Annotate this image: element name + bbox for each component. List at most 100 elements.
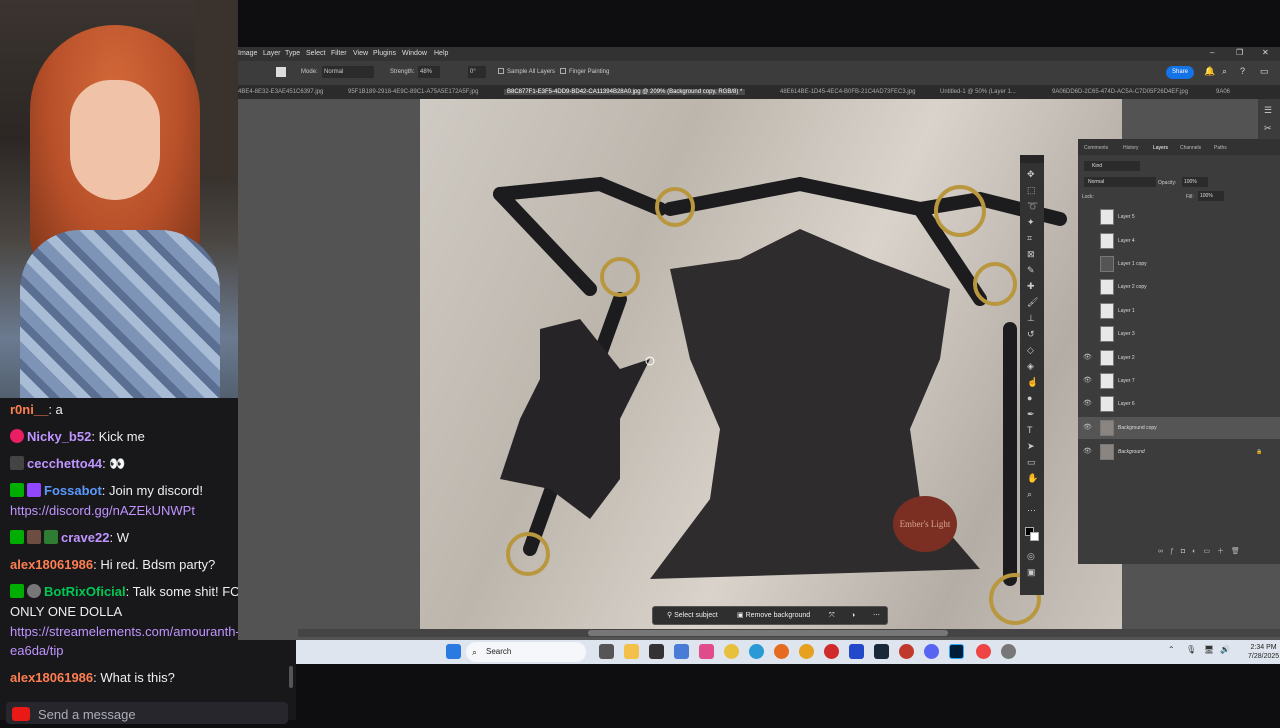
opacity-input[interactable]: 100% (1182, 177, 1208, 187)
blend-mode-select[interactable]: Normal (1084, 177, 1156, 187)
mask-icon[interactable]: ◘ (1181, 548, 1192, 555)
layer-row[interactable]: 👁 Layer 6 (1078, 393, 1280, 415)
screen-mode-icon[interactable]: ▣ (1027, 567, 1036, 578)
visibility-eye-icon[interactable]: 👁 (1083, 441, 1092, 463)
network-icon[interactable]: 🖥 (1204, 645, 1214, 654)
quick-mask-icon[interactable]: ◎ (1027, 551, 1035, 562)
restore-icon[interactable]: ❐ (1236, 48, 1243, 57)
visibility-eye-icon[interactable]: 👁 (1083, 417, 1092, 439)
delete-layer-icon[interactable]: 🗑 (1231, 548, 1247, 555)
app-icon[interactable] (976, 644, 991, 659)
layer-row[interactable]: Layer 5 (1078, 206, 1280, 228)
mode-select[interactable]: Normal (322, 66, 374, 78)
finger-painting-checkbox[interactable] (560, 68, 566, 74)
select-subject-button[interactable]: ⚲ Select subject (667, 607, 718, 624)
taskbar-clock[interactable]: 2:34 PM 7/28/2025 (1248, 643, 1279, 661)
chat-input[interactable]: Send a message (6, 702, 288, 724)
tab-paths[interactable]: Paths (1214, 145, 1227, 151)
search-icon[interactable]: ⌕ (1222, 66, 1227, 77)
layer-row[interactable]: Layer 3 (1078, 323, 1280, 345)
smudge-tool-icon[interactable]: ☝ (1027, 377, 1038, 388)
menu-layer[interactable]: Layer (263, 50, 281, 57)
chat-username[interactable]: crave22 (61, 530, 109, 545)
adjustment-layer-icon[interactable]: ◐ (1192, 548, 1203, 555)
doc-tab-active[interactable]: B8C877F1-E3F5-4DD9-BD42-CA11394B28A0.jpg… (504, 89, 746, 95)
scrollbar-thumb[interactable] (588, 630, 948, 636)
settings-icon[interactable] (1001, 644, 1016, 659)
eraser-tool-icon[interactable]: ◇ (1027, 345, 1034, 356)
crop-tool-icon[interactable]: ⌗ (1027, 233, 1032, 244)
menu-image[interactable]: Image (238, 50, 257, 57)
doc-tab[interactable]: 9A06DD6D-2C65-474D-AC5A-C7D05F26D4EF.jpg (1052, 89, 1188, 95)
layer-row[interactable]: Layer 4 (1078, 230, 1280, 252)
taskbar-search[interactable]: ⌕ Search (466, 642, 586, 662)
document-canvas[interactable]: Ember's Light (420, 99, 1122, 629)
link-layers-icon[interactable]: ∞ (1158, 548, 1170, 555)
marquee-tool-icon[interactable]: ⬚ (1027, 185, 1036, 196)
file-explorer-icon[interactable] (624, 644, 639, 659)
workspace-icon[interactable]: ▭ (1260, 66, 1269, 77)
layer-row[interactable]: 👁 Background 🔒 (1078, 441, 1280, 463)
menu-window[interactable]: Window (402, 50, 427, 57)
zoom-tool-icon[interactable]: ⌕ (1027, 489, 1032, 500)
chrome-icon[interactable] (724, 644, 739, 659)
toolbar-header[interactable] (1020, 155, 1044, 163)
menu-type[interactable]: Type (285, 50, 300, 57)
chat-link[interactable]: ea6da/tip (10, 643, 64, 658)
chat-username[interactable]: cecchetto44 (27, 456, 102, 471)
layer-row-selected[interactable]: 👁 Background copy (1078, 417, 1280, 439)
menu-help[interactable]: Help (434, 50, 448, 57)
chat-scrollbar[interactable] (289, 666, 293, 688)
type-tool-icon[interactable]: T (1027, 425, 1033, 435)
help-icon[interactable]: ? (1240, 66, 1245, 76)
close-icon[interactable]: ✕ (1262, 48, 1269, 57)
copilot-icon[interactable] (699, 644, 714, 659)
menu-filter[interactable]: Filter (331, 50, 347, 57)
transform-icon[interactable]: ⤧ (829, 607, 835, 624)
more-tools-icon[interactable]: ⋯ (1027, 505, 1036, 516)
layer-row[interactable]: Layer 1 copy (1078, 253, 1280, 275)
tab-history[interactable]: History (1123, 145, 1139, 151)
hand-tool-icon[interactable]: ✋ (1027, 473, 1038, 484)
move-tool-icon[interactable]: ✥ (1027, 169, 1035, 180)
tab-channels[interactable]: Channels (1180, 145, 1201, 151)
strength-input[interactable]: 48% (418, 66, 440, 78)
eyedropper-tool-icon[interactable]: ✎ (1027, 265, 1035, 276)
store-icon[interactable] (674, 644, 689, 659)
more-options-icon[interactable]: ⋯ (873, 607, 880, 624)
steam-icon[interactable] (874, 644, 889, 659)
terminal-icon[interactable] (649, 644, 664, 659)
visibility-eye-icon[interactable]: 👁 (1083, 347, 1092, 369)
tray-overflow-icon[interactable]: ⌃ (1168, 645, 1175, 654)
rectangle-tool-icon[interactable]: ▭ (1027, 457, 1036, 468)
app-icon[interactable] (849, 644, 864, 659)
app-icon[interactable] (899, 644, 914, 659)
chat-username[interactable]: BotRixOficial (44, 584, 126, 599)
chat-link[interactable]: https://streamelements.com/amouranth- (10, 624, 240, 639)
tab-comments[interactable]: Comments (1084, 145, 1108, 151)
minimize-icon[interactable]: – (1210, 48, 1214, 57)
share-button[interactable]: Share (1166, 66, 1194, 79)
photoshop-icon[interactable] (949, 644, 964, 659)
pen-tool-icon[interactable]: ✒ (1027, 409, 1035, 420)
start-icon[interactable] (446, 644, 461, 659)
chat-link[interactable]: https://discord.gg/nAZEkUNWPt (10, 503, 195, 518)
volume-icon[interactable]: 🔊 (1220, 645, 1230, 654)
sample-all-checkbox[interactable] (498, 68, 504, 74)
menu-select[interactable]: Select (306, 50, 325, 57)
firefox-icon[interactable] (774, 644, 789, 659)
layer-row[interactable]: 👁 Layer 2 (1078, 347, 1280, 369)
horizontal-scrollbar[interactable] (298, 629, 1280, 637)
opera-icon[interactable] (824, 644, 839, 659)
magic-wand-tool-icon[interactable]: ✦ (1027, 217, 1035, 228)
doc-tab[interactable]: 4BE4-8E32-E3AE451C6397.jpg (238, 89, 323, 95)
stamp-tool-icon[interactable]: ⊥ (1027, 313, 1035, 324)
fill-input[interactable]: 100% (1198, 191, 1224, 201)
task-view-icon[interactable] (599, 644, 614, 659)
microphone-icon[interactable]: 🎙 (1186, 645, 1196, 654)
properties-icon[interactable]: ☰ (1264, 105, 1272, 116)
adjustments-icon[interactable]: ✂ (1264, 123, 1272, 134)
brush-tool-icon[interactable]: 🖌 (1027, 297, 1038, 308)
history-brush-tool-icon[interactable]: ↺ (1027, 329, 1035, 340)
healing-tool-icon[interactable]: ✚ (1027, 281, 1035, 292)
